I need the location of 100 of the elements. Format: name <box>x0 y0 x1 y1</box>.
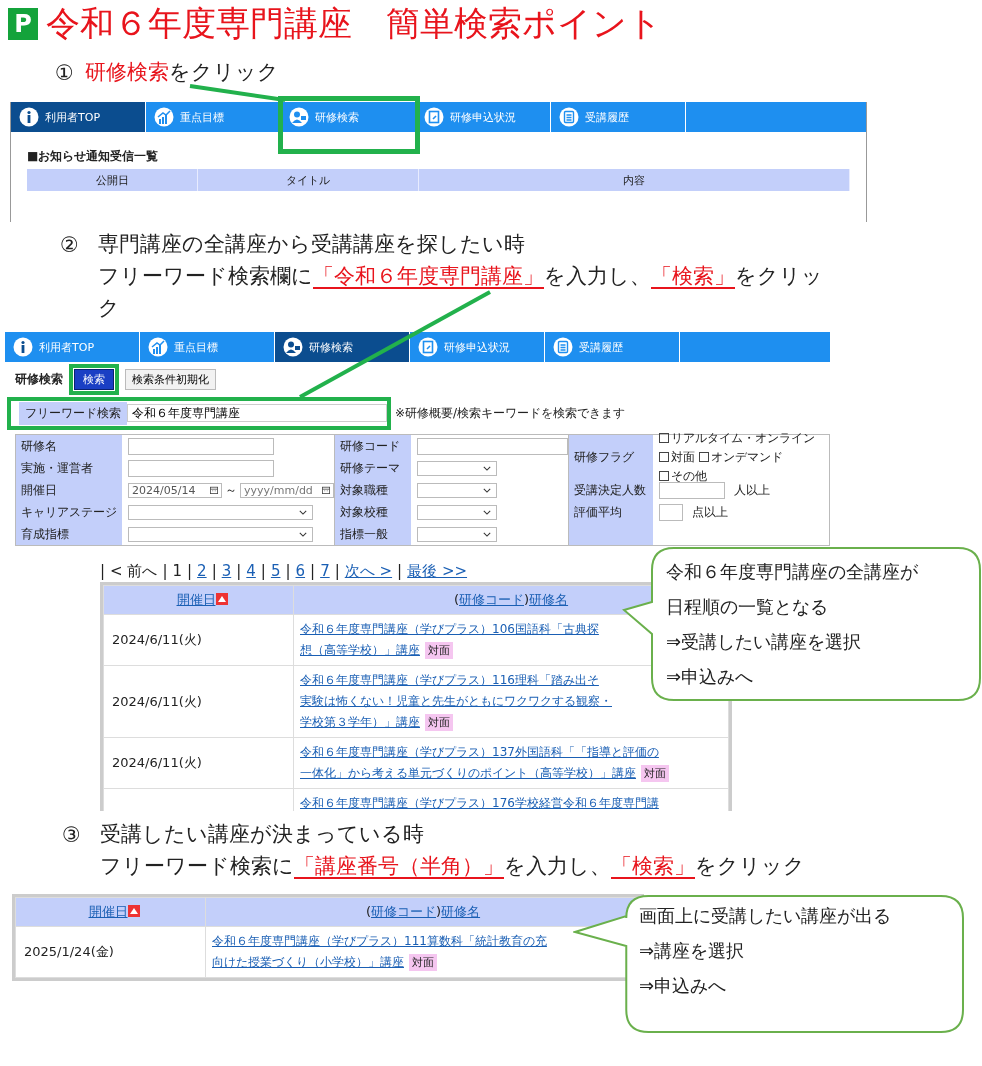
chart-icon <box>148 337 168 357</box>
sort-link[interactable]: 開催日 <box>88 904 128 919</box>
course-link[interactable]: 一体化」から考える単元づくりのポイント（高等学校）」講座 <box>300 765 636 782</box>
step-number: ① <box>55 60 75 87</box>
field-label: 対象校種 <box>339 503 389 521</box>
pager-separator: | <box>187 562 193 580</box>
chevron-icon <box>483 487 491 493</box>
chevron-icon <box>483 531 491 537</box>
callout-text: ⇒講座を選択 <box>639 939 745 963</box>
nav-tab[interactable]: 重点目標 <box>140 332 275 362</box>
page-link[interactable]: 最後 >> <box>407 561 468 581</box>
number-field[interactable] <box>659 503 683 521</box>
instruction-text: 受講したい講座が決まっている時 <box>99 821 424 848</box>
nav-tab[interactable]: 研修申込状況 <box>416 102 551 132</box>
document-icon <box>418 337 438 357</box>
pager-separator: | <box>100 562 106 580</box>
dropdown[interactable] <box>417 526 497 542</box>
dropdown[interactable] <box>128 504 313 520</box>
field-label: 研修フラグ <box>573 448 635 466</box>
course-link[interactable]: 向けた授業づくり（小学校）」講座 <box>212 954 404 971</box>
nav-tab[interactable]: 受講履歴 <box>551 102 686 132</box>
course-link[interactable]: 令和６年度専門講座（学びプラス）106国語科「古典探 <box>300 621 599 638</box>
instruction-text: 専門講座の全講座から受講講座を探したい時 <box>97 231 525 258</box>
date-cell: 2024/6/11(火) <box>112 693 202 709</box>
instruction-text: フリーワード検索に「講座番号（半角）」を入力し、「検索」をクリック <box>99 853 805 880</box>
header-text: ( <box>365 904 371 919</box>
field-label: 評価平均 <box>573 503 623 521</box>
date-field[interactable]: yyyy/mm/dd <box>240 482 334 498</box>
info-icon <box>19 107 39 127</box>
course-link[interactable]: 実験は怖くない！児童と先生がともにワクワクする観察・ <box>300 693 612 710</box>
page-link[interactable]: 次へ > <box>344 561 393 581</box>
reset-button[interactable]: 検索条件初期化 <box>125 368 216 390</box>
current-page: 1 <box>172 562 182 580</box>
page-link[interactable]: 3 <box>221 562 232 580</box>
checkbox-label: リアルタイム・オンライン <box>671 429 815 447</box>
course-link[interactable]: 令和６年度専門講座（学びプラス）111算数科「統計教育の充 <box>212 933 547 950</box>
field-label: 育成指標 <box>20 525 70 543</box>
pager-separator: | <box>285 562 291 580</box>
header-text: ( <box>453 592 459 607</box>
course-link[interactable]: 令和６年度専門講座（学びプラス）116理科「踏み出そ <box>300 672 599 689</box>
dropdown[interactable] <box>417 460 497 476</box>
sort-link[interactable]: 開催日 <box>176 592 216 607</box>
callout-text: 画面上に受講したい講座が出る <box>639 904 891 928</box>
sort-link[interactable]: 研修名 <box>441 904 481 919</box>
page-link[interactable]: 2 <box>197 562 207 580</box>
checkbox[interactable] <box>659 471 669 481</box>
checkbox[interactable] <box>699 452 709 462</box>
nav-tab[interactable]: 利用者TOP <box>11 102 146 132</box>
sort-link[interactable]: 研修コード <box>371 904 436 919</box>
page-link[interactable]: 6 <box>295 562 306 580</box>
instruction-text: 研修検索をクリック <box>85 59 279 86</box>
dropdown[interactable] <box>128 526 313 542</box>
pager-separator: | <box>260 562 266 580</box>
person-icon <box>289 107 309 127</box>
course-link[interactable]: 想（高等学校）」講座 <box>300 642 420 659</box>
dropdown[interactable] <box>417 482 497 498</box>
section-heading: 研修検索 <box>15 370 63 388</box>
nav-tab[interactable]: 受講履歴 <box>545 332 680 362</box>
header-text: ) <box>524 592 530 607</box>
calendar-icon <box>322 486 330 494</box>
text-field[interactable] <box>128 437 274 455</box>
course-link[interactable]: 学校第３学年）」講座 <box>300 714 420 731</box>
pager-text: < 前へ <box>110 561 158 581</box>
dropdown[interactable] <box>417 504 497 520</box>
checkbox[interactable] <box>659 433 669 443</box>
text-field[interactable] <box>417 437 568 455</box>
pager-separator: | <box>397 562 403 580</box>
page-link[interactable]: 4 <box>246 562 256 580</box>
format-badge: 対面 <box>425 714 453 731</box>
nav-tab[interactable]: 研修申込状況 <box>410 332 545 362</box>
sort-icon[interactable] <box>215 593 228 605</box>
date-field[interactable]: 2024/05/14 <box>128 482 222 498</box>
checkbox[interactable] <box>659 452 669 462</box>
page-link[interactable]: 5 <box>270 562 281 580</box>
nav-tab[interactable]: 利用者TOP <box>5 332 140 362</box>
step-number: ② <box>60 232 80 259</box>
nav-tab[interactable]: 重点目標 <box>146 102 281 132</box>
sort-link[interactable]: 研修名 <box>529 592 569 607</box>
field-label: 開催日 <box>20 481 58 499</box>
header-text: ) <box>436 904 442 919</box>
instruction-text: フリーワード検索欄に「令和６年度専門講座」を入力し、「検索」をクリック <box>97 263 824 322</box>
field-label: 研修コード <box>339 437 401 455</box>
field-label: 指標一般 <box>339 525 389 543</box>
sort-link[interactable]: 研修コード <box>459 592 524 607</box>
chevron-icon <box>299 531 307 537</box>
sort-icon[interactable] <box>127 905 140 917</box>
pager-separator: | <box>211 562 217 580</box>
step-number: ③ <box>62 822 82 849</box>
freeword-field[interactable]: 令和６年度専門講座 <box>127 404 387 422</box>
page-link[interactable]: 7 <box>320 562 330 580</box>
pager-separator: | <box>162 562 168 580</box>
callout-text: ⇒受講したい講座を選択 <box>666 630 862 654</box>
callout-text: ⇒申込みへ <box>666 665 754 689</box>
nav-tab[interactable]: 研修検索 <box>281 102 416 132</box>
search-button[interactable]: 検索 <box>74 368 114 390</box>
course-link[interactable]: 令和６年度専門講座（学びプラス）137外国語科「「指導と評価の <box>300 744 659 761</box>
nav-tab[interactable]: 研修検索 <box>275 332 410 362</box>
number-field[interactable] <box>659 481 725 499</box>
text-field[interactable] <box>128 459 274 477</box>
list-icon <box>553 337 573 357</box>
